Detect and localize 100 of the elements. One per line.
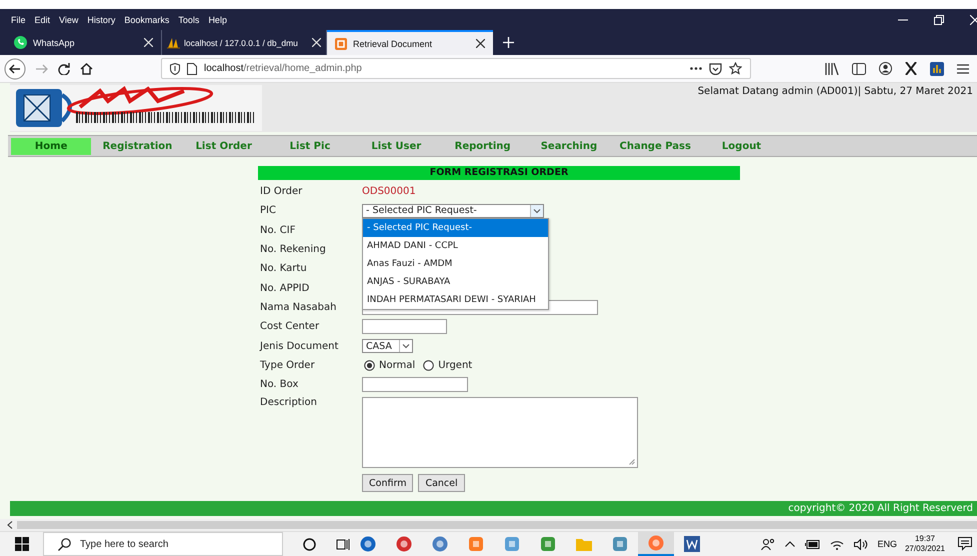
menu-item[interactable]: File (11, 14, 26, 24)
dropdown-option[interactable]: AHMAD DANI - CCPL (363, 236, 548, 255)
restore-icon[interactable] (934, 14, 944, 24)
input-field[interactable] (362, 377, 468, 392)
form-button[interactable]: Cancel (418, 474, 465, 492)
round-app-icon (432, 536, 448, 552)
radio-button[interactable] (423, 360, 434, 371)
field-label: Cost Center (259, 321, 320, 332)
field-label: Jenis Document (258, 340, 340, 352)
select-field[interactable]: - Selected PIC Request- (362, 204, 544, 218)
task-view-icon[interactable] (336, 538, 350, 550)
scrollbar-thumb[interactable] (17, 521, 977, 529)
radio-button[interactable] (364, 360, 375, 371)
back-icon[interactable] (4, 58, 26, 80)
app-icon (335, 38, 347, 50)
chevron-up-icon[interactable] (785, 541, 796, 547)
account-icon[interactable] (879, 62, 892, 75)
text-area[interactable] (362, 397, 638, 468)
caret-icon[interactable] (530, 204, 543, 217)
search-icon (58, 538, 71, 550)
order-id-text: ODS00001 (362, 186, 416, 198)
address-bar[interactable]: localhost/retrieval/home_admin.php (161, 58, 751, 79)
nav-link[interactable]: Change Pass (615, 138, 696, 154)
circle-icon[interactable] (303, 538, 316, 550)
battery-icon[interactable] (805, 540, 820, 548)
input-field[interactable] (362, 319, 447, 334)
dropdown-option[interactable]: - Selected PIC Request- (363, 218, 548, 237)
close-icon[interactable] (476, 39, 485, 48)
x-icon[interactable] (905, 62, 917, 75)
welcome-text: Selamat Datang admin (AD001)| Sabtu, 27 Maret 2021 (698, 85, 974, 97)
field-label: No. Rekening (259, 244, 327, 256)
field-label: Type Order (259, 360, 316, 371)
sidebar-icon[interactable] (852, 62, 866, 74)
field-label: PIC (259, 205, 277, 216)
menu-item[interactable]: Bookmarks (124, 14, 170, 24)
star-icon[interactable] (729, 62, 742, 75)
document-icon (684, 536, 700, 552)
menu-item[interactable]: History (87, 14, 116, 24)
square-app-icon (540, 536, 556, 552)
dropdown-option[interactable]: Anas Fauzi - AMDM (363, 254, 548, 273)
url-text: localhost/retrieval/home_admin.php (204, 63, 362, 74)
more-icon[interactable] (690, 67, 702, 70)
square-app-icon (468, 536, 484, 552)
round-app-icon (396, 536, 412, 552)
clock-date[interactable]: 27/03/2021 (904, 544, 945, 554)
nav-link[interactable]: Registration (97, 138, 178, 154)
scroll-left-icon[interactable] (7, 521, 13, 529)
field-label: Nama Nasabah (259, 302, 338, 313)
nav-link[interactable]: Logout (702, 138, 782, 154)
notification-icon[interactable] (958, 537, 972, 551)
field-label: No. Box (259, 379, 300, 390)
people-icon[interactable] (761, 538, 776, 550)
caret-icon[interactable] (399, 340, 412, 352)
language-indicator[interactable]: ENG (877, 539, 897, 549)
nav-link[interactable]: Reporting (442, 138, 523, 154)
square-app-icon (612, 536, 628, 552)
menu-item[interactable]: View (59, 14, 78, 24)
field-label: No. APPID (259, 282, 310, 294)
field-label: No. Kartu (259, 263, 308, 274)
form-button[interactable]: Confirm (362, 474, 414, 492)
dropdown-option[interactable]: ANJAS - SURABAYA (363, 272, 548, 291)
taskbar-app[interactable] (638, 532, 674, 556)
volume-icon[interactable] (854, 538, 868, 550)
scrollbar-track[interactable] (0, 519, 977, 531)
shield-icon (170, 62, 180, 74)
nav-link[interactable]: List Pic (270, 138, 350, 154)
page-icon (187, 62, 197, 74)
radio-label: Urgent (438, 360, 472, 371)
menu-icon[interactable] (957, 64, 969, 74)
plus-icon[interactable] (503, 37, 514, 48)
nav-link[interactable]: List Order (184, 138, 264, 154)
clock-time[interactable]: 19:37 (914, 534, 935, 544)
menu-item[interactable]: Help (208, 14, 227, 24)
library-icon[interactable] (825, 62, 839, 74)
select-field[interactable]: CASA (362, 339, 413, 354)
chart-icon[interactable] (930, 62, 944, 76)
field-label: No. CIF (259, 224, 296, 236)
nav-link[interactable]: List User (356, 138, 436, 154)
field-label: ID Order (259, 186, 304, 198)
nav-link[interactable]: Searching (528, 138, 609, 154)
folder-icon (576, 537, 592, 551)
resize-grip-icon[interactable] (629, 459, 635, 466)
menu-item[interactable]: Edit (34, 14, 50, 24)
search-field[interactable]: Type here to search (43, 532, 283, 556)
radio-label: Normal (379, 360, 416, 371)
copyright-text: copyright© 2020 All Right Reserverd (788, 503, 973, 514)
round-app-icon (360, 536, 376, 552)
tab-title: WhatsApp (33, 38, 76, 48)
wifi-icon[interactable] (830, 538, 844, 550)
dropdown-option[interactable]: INDAH PERMATASARI DEWI - SYARIAH (363, 290, 548, 309)
pocket-icon[interactable] (709, 62, 722, 74)
windows-icon[interactable] (15, 537, 29, 551)
home-icon[interactable] (80, 62, 93, 74)
nav-link[interactable]: Home (11, 138, 92, 154)
reload-icon[interactable] (58, 62, 70, 74)
browser-tab[interactable]: Retrieval Document (327, 30, 493, 55)
chat-bubble-icon (14, 36, 27, 49)
tab-title: localhost / 127.0.0.1 / db_dmu (184, 38, 299, 48)
field-label: Description (259, 397, 318, 408)
menu-item[interactable]: Tools (178, 14, 200, 24)
